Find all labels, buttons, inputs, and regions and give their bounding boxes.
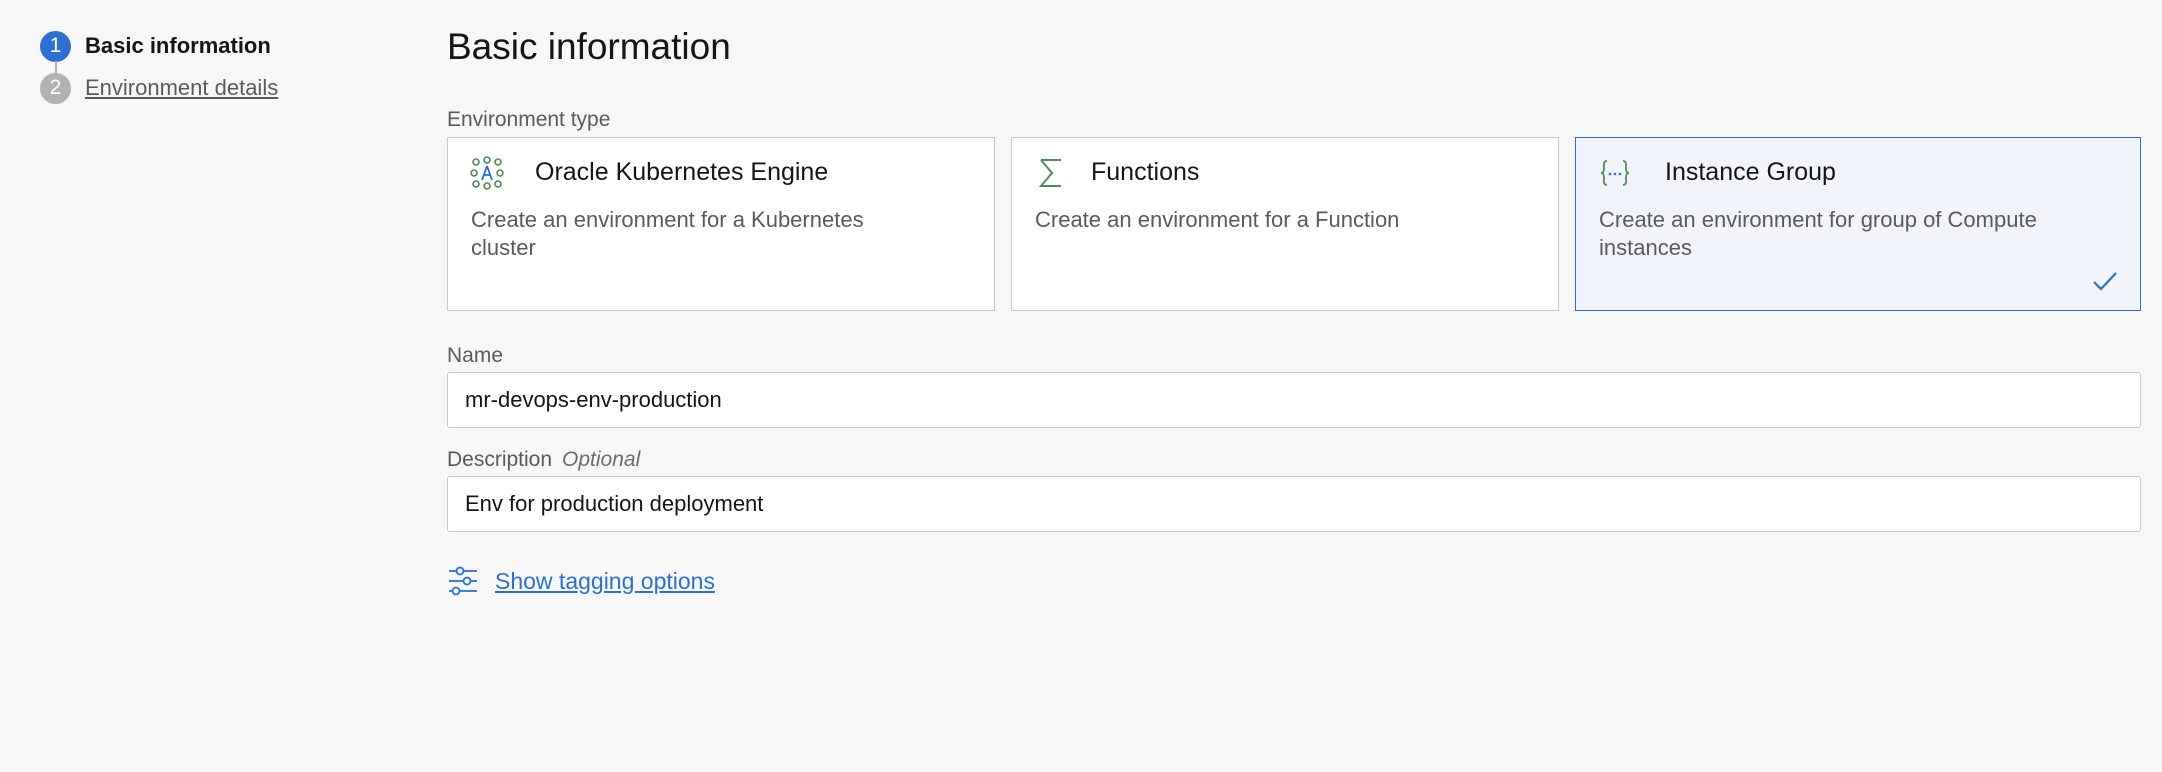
step-number-2: 2 xyxy=(40,72,71,104)
step-number-1: 1 xyxy=(40,30,71,62)
description-input[interactable]: Env for production deployment xyxy=(447,476,2141,532)
step-basic-information[interactable]: 1 Basic information xyxy=(40,25,380,74)
kubernetes-icon xyxy=(470,156,504,190)
step-link-environment-details[interactable]: Environment details xyxy=(85,75,278,101)
description-input-value: Env for production deployment xyxy=(465,491,764,516)
card-functions[interactable]: Functions Create an environment for a Fu… xyxy=(1011,137,1559,311)
curly-braces-icon xyxy=(1600,160,1630,186)
card-title: Instance Group xyxy=(1665,158,1836,186)
card-title: Oracle Kubernetes Engine xyxy=(535,158,829,186)
page-title: Basic information xyxy=(447,26,731,67)
optional-label: Optional xyxy=(562,448,641,471)
name-label: Name xyxy=(447,344,504,367)
description-label-text: Description xyxy=(447,448,553,471)
tagging-options[interactable]: Show tagging options xyxy=(447,565,715,597)
card-title: Functions xyxy=(1091,158,1200,186)
card-oracle-kubernetes-engine[interactable]: Oracle Kubernetes Engine Create an envir… xyxy=(447,137,995,311)
description-label: Description Optional xyxy=(447,448,640,472)
name-input-value: mr-devops-env-production xyxy=(465,387,722,412)
sliders-icon xyxy=(449,566,477,596)
name-input[interactable]: mr-devops-env-production xyxy=(447,372,2141,428)
step-environment-details[interactable]: 2 Environment details xyxy=(40,67,380,109)
sigma-icon xyxy=(1038,159,1061,187)
card-instance-group[interactable]: Instance Group Create an environment for… xyxy=(1575,137,2141,311)
environment-type-label: Environment type xyxy=(447,108,611,131)
show-tagging-options-link[interactable]: Show tagging options xyxy=(495,568,715,595)
card-description: Create an environment for a Function xyxy=(1035,207,1400,232)
step-label-basic-information: Basic information xyxy=(85,33,271,58)
environment-type-cards: Oracle Kubernetes Engine Create an envir… xyxy=(447,137,2141,313)
wizard-stepper: 1 Basic information 2 Environment detail… xyxy=(40,25,380,109)
card-description: Create an environment for a Kubernetes c… xyxy=(471,207,864,260)
card-description: Create an environment for group of Compu… xyxy=(1599,207,2037,260)
checkmark-icon xyxy=(2093,272,2117,291)
